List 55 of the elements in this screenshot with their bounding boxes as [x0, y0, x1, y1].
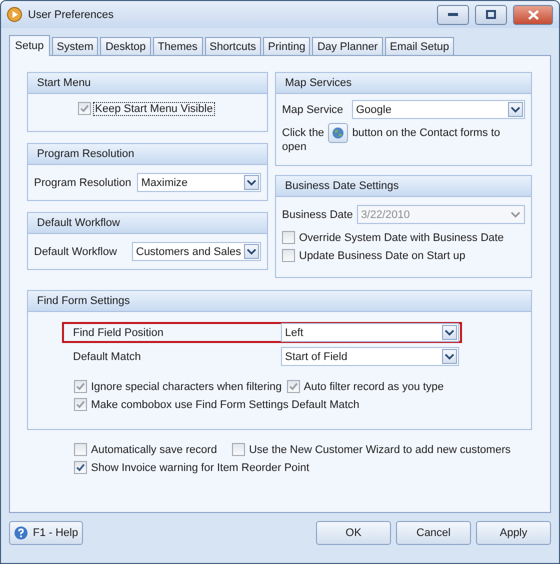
- group-title: Business Date Settings: [276, 176, 531, 197]
- checkbox-option[interactable]: Automatically save record: [74, 443, 218, 456]
- dropdown[interactable]: Start of Field: [281, 347, 459, 366]
- tab[interactable]: Themes: [152, 37, 203, 56]
- dialog-button[interactable]: Cancel: [396, 521, 471, 545]
- tab[interactable]: Desktop: [100, 37, 151, 56]
- group-title: Start Menu: [28, 73, 267, 94]
- tab[interactable]: System: [52, 37, 98, 56]
- hint-text: Click the: [282, 126, 324, 140]
- help-icon: [14, 526, 28, 540]
- tab[interactable]: Printing: [263, 37, 310, 56]
- tab[interactable]: Shortcuts: [204, 37, 262, 56]
- hint-text: button on the Contact forms to: [352, 126, 500, 140]
- field-label: Program Resolution: [34, 176, 132, 188]
- minimize-icon: [448, 13, 458, 16]
- checkbox[interactable]: [74, 461, 87, 474]
- hint-text: open: [282, 140, 306, 154]
- map-button[interactable]: [328, 123, 348, 143]
- close-icon: [528, 10, 538, 20]
- group-title: Find Form Settings: [28, 291, 531, 312]
- dropdown[interactable]: Maximize: [137, 173, 261, 192]
- checkbox[interactable]: [232, 443, 245, 456]
- dialog-button[interactable]: Apply: [476, 521, 551, 545]
- caret-icon: [247, 180, 256, 186]
- caret-icon: [445, 354, 454, 360]
- group-title: Map Services: [276, 73, 531, 94]
- help-button[interactable]: F1 - Help: [9, 521, 83, 545]
- checkbox[interactable]: [74, 443, 87, 456]
- checkbox-option[interactable]: Show Invoice warning for Item Reorder Point: [74, 461, 310, 474]
- tab[interactable]: Email Setup: [384, 37, 454, 56]
- group-title: Program Resolution: [28, 144, 267, 165]
- globe-icon: [332, 127, 344, 139]
- group-title: Default Workflow: [28, 213, 267, 234]
- caret-icon: [511, 106, 520, 112]
- field-label: Business Date: [282, 208, 353, 220]
- window-title: User Preferences: [28, 8, 114, 20]
- close-button[interactable]: [513, 4, 553, 24]
- field-label: Find Field Position: [73, 326, 164, 338]
- maximize-button[interactable]: [475, 4, 507, 24]
- minimize-button[interactable]: [437, 4, 469, 24]
- caret-icon: [247, 248, 256, 254]
- dialog-button[interactable]: OK: [316, 521, 391, 545]
- dropdown[interactable]: Left: [281, 323, 459, 342]
- field-label: Default Match: [73, 350, 142, 362]
- tab[interactable]: Setup: [9, 35, 50, 56]
- caret-icon: [445, 330, 454, 336]
- dropdown[interactable]: Customers and Sales: [132, 242, 261, 261]
- app-logo-icon: [7, 7, 22, 22]
- checkbox-option[interactable]: Use the New Customer Wizard to add new customers: [232, 443, 512, 456]
- field-label: Map Service: [282, 104, 344, 116]
- field-label: Default Workflow: [34, 246, 118, 258]
- caret-icon: [511, 212, 520, 218]
- maximize-icon: [486, 10, 496, 19]
- tab[interactable]: Day Planner: [312, 37, 383, 56]
- dropdown[interactable]: Google: [352, 100, 525, 119]
